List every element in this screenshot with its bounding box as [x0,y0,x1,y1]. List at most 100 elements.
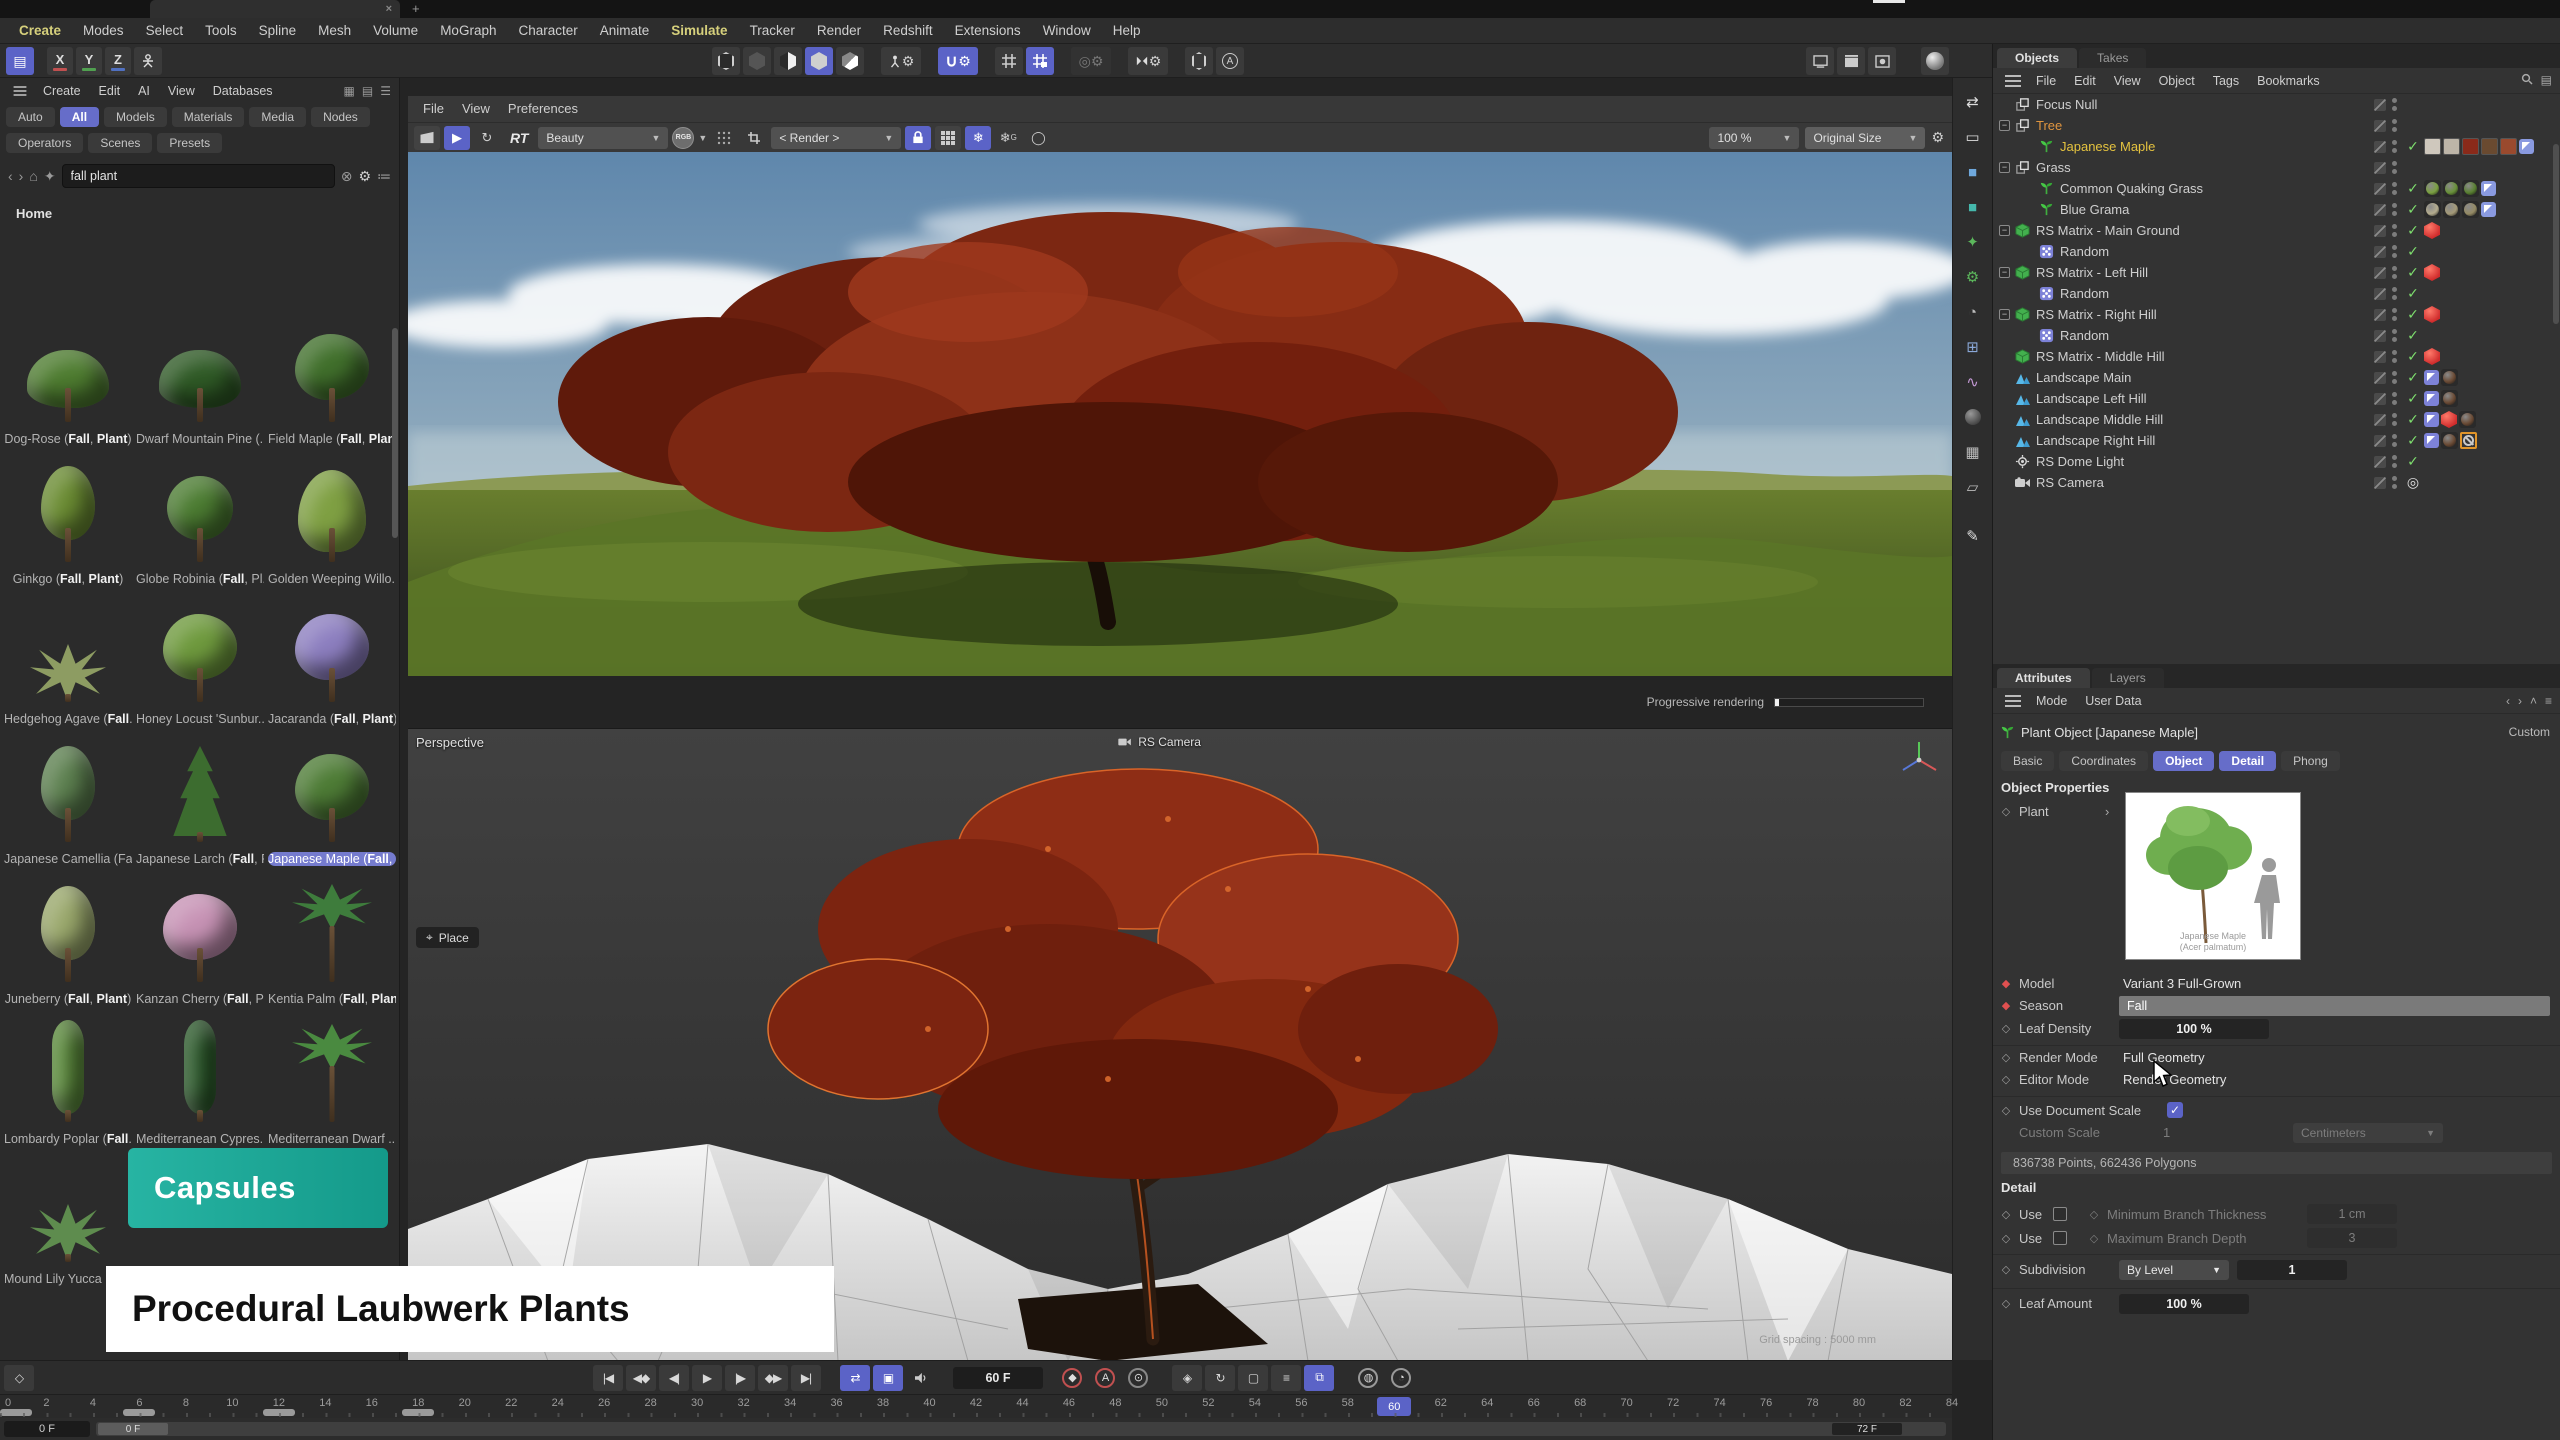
prev-frame-button[interactable]: ◀| [659,1365,689,1391]
attribute-chip-object[interactable]: Object [2153,751,2214,771]
asset-item-field-maple[interactable]: Field Maple (Fall, Plant) [268,318,396,446]
filter-chip-operators[interactable]: Operators [6,133,83,153]
asset-item-mediterranean-cypres[interactable]: Mediterranean Cypres... [136,1018,264,1146]
sound-button[interactable] [906,1365,936,1391]
crop-icon[interactable] [741,126,767,150]
sphere-tool-icon[interactable] [1958,403,1988,431]
am-options-icon[interactable]: ≡ [2545,694,2552,708]
asset-capsule-icon[interactable]: ✦ [1958,228,1988,256]
enabled-check-icon[interactable]: ✓ [2402,243,2424,260]
search-input[interactable] [62,164,335,188]
attribute-chip-coordinates[interactable]: Coordinates [2059,751,2148,771]
om-menu-edit[interactable]: Edit [2065,68,2105,94]
alpha-grid-icon[interactable] [711,126,737,150]
om-filter-icon[interactable]: ▤ [2541,73,2552,88]
enabled-check-icon[interactable]: ✓ [2402,138,2424,155]
asset-item-japanese-camellia[interactable]: Japanese Camellia (Fal... [4,738,132,866]
object-manager-scrollbar[interactable] [2553,144,2559,324]
new-tab-button[interactable]: + [412,1,420,16]
spline-pen-icon[interactable]: ∿ [1958,368,1988,396]
material-sphere-tag[interactable] [2424,201,2441,218]
clapper-tool-icon[interactable]: ▦ [1958,438,1988,466]
menu-mograph[interactable]: MoGraph [429,18,507,44]
redshift-material-tag[interactable] [2424,348,2440,365]
filter-options-icon[interactable]: ≔ [377,168,391,185]
render-settings-icon[interactable] [1868,47,1896,75]
am-tab-layers[interactable]: Layers [2092,668,2164,688]
material-sphere-tag[interactable] [2441,432,2458,449]
enabled-check-icon[interactable]: ✓ [2402,264,2424,281]
expand-toggle-icon[interactable]: − [1999,120,2010,131]
magnet-snap-icon[interactable]: ⚙ [938,47,978,75]
leaf-density-field[interactable]: 100 % [2119,1019,2269,1039]
asset-item-dog-rose[interactable]: Dog-Rose (Fall, Plant) [4,318,132,446]
object-row-grass[interactable]: −Grass [1993,157,2560,178]
loop-mode-button[interactable]: ⇄ [840,1365,870,1391]
am-menu-user-data[interactable]: User Data [2076,688,2150,714]
back-icon[interactable]: ‹ [8,168,13,184]
asset-browser-menu-icon[interactable] [14,86,27,96]
phong-tag[interactable] [2424,433,2439,448]
object-row-blue-grama[interactable]: −Blue Grama✓ [1993,199,2560,220]
instance-tag[interactable] [2481,181,2496,196]
menu-redshift[interactable]: Redshift [872,18,944,44]
layer-swatch[interactable] [2374,456,2386,468]
min-branch-use-checkbox[interactable] [2053,1207,2067,1221]
object-row-rs-dome-light[interactable]: −RS Dome Light✓ [1993,451,2560,472]
enabled-check-icon[interactable]: ✓ [2402,285,2424,302]
object-row-landscape-right-hill[interactable]: −Landscape Right Hill✓ [1993,430,2560,451]
shading-mode-dark-icon[interactable] [743,47,771,75]
object-row-rs-camera[interactable]: −RS Camera◎ [1993,472,2560,493]
plant-expand-icon[interactable]: › [2105,804,2109,819]
object-row-common-quaking-grass[interactable]: −Common Quaking Grass✓ [1993,178,2560,199]
object-row-landscape-main[interactable]: −Landscape Main✓ [1993,367,2560,388]
material-sphere-tag[interactable] [2441,369,2458,386]
autokey-button[interactable]: A [1090,1365,1120,1391]
grid-lock-icon[interactable] [1026,47,1054,75]
material-sphere-tag[interactable] [2443,180,2460,197]
menu-tracker[interactable]: Tracker [739,18,806,44]
asset-item-lombardy-poplar[interactable]: Lombardy Poplar (Fall... [4,1018,132,1146]
om-menu-file[interactable]: File [2027,68,2065,94]
target-icon[interactable]: ◎⚙ [1071,47,1111,75]
menu-modes[interactable]: Modes [72,18,135,44]
asset-item-jacaranda[interactable]: Jacaranda (Fall, Plant) [268,598,396,726]
keyframe-icon[interactable]: ◇ [4,1365,34,1391]
region-icon[interactable]: ◯ [1025,126,1051,150]
visibility-dots[interactable] [2390,413,2398,426]
favorite-icon[interactable]: ✦ [44,168,56,185]
panel-options-icon[interactable]: ☰ [380,84,391,98]
asset-item-hedgehog-agave[interactable]: Hedgehog Agave (Fall... [4,598,132,726]
om-menu-tags[interactable]: Tags [2204,68,2248,94]
goto-start-button[interactable]: |◀ [593,1365,623,1391]
render-view-icon[interactable] [1806,47,1834,75]
timeline-ruler[interactable]: 0246810121416182022242628303234363840424… [0,1394,1952,1418]
attribute-chip-basic[interactable]: Basic [2001,751,2054,771]
document-tab[interactable]: × [150,0,400,18]
menu-spline[interactable]: Spline [248,18,308,44]
object-row-random[interactable]: −Random✓ [1993,325,2560,346]
custom-preset-label[interactable]: Custom [2509,725,2550,739]
asset-browser-scrollbar[interactable] [392,328,398,538]
visibility-dots[interactable] [2390,392,2398,405]
visibility-dots[interactable] [2390,350,2398,363]
layer-swatch[interactable] [2374,372,2386,384]
visibility-dots[interactable] [2390,245,2398,258]
material-thumbnail-tag[interactable] [2462,138,2479,155]
range-start-field[interactable]: 0 F [4,1421,90,1437]
material-sphere-tag[interactable] [2462,180,2479,197]
menu-animate[interactable]: Animate [589,18,661,44]
render-view-menu-file[interactable]: File [414,96,453,122]
asset-item-ginkgo[interactable]: Ginkgo (Fall, Plant) [4,458,132,586]
asset-item-mediterranean-dwarf[interactable]: Mediterranean Dwarf ... [268,1018,396,1146]
material-sphere-tag[interactable] [2441,390,2458,407]
active-camera-icon[interactable]: ◎ [2402,474,2424,491]
motion-clip-button[interactable]: ◍ [1353,1365,1383,1391]
next-key-button[interactable]: ◆▶ [758,1365,788,1391]
asset-item-kentia-palm[interactable]: Kentia Palm (Fall, Plant) [268,878,396,1006]
menu-window[interactable]: Window [1032,18,1102,44]
motion-system-button[interactable]: ◔ [1386,1365,1416,1391]
layer-swatch[interactable] [2374,183,2386,195]
am-menu-icon[interactable] [2005,695,2021,707]
material-thumbnail-tag[interactable] [2424,138,2441,155]
